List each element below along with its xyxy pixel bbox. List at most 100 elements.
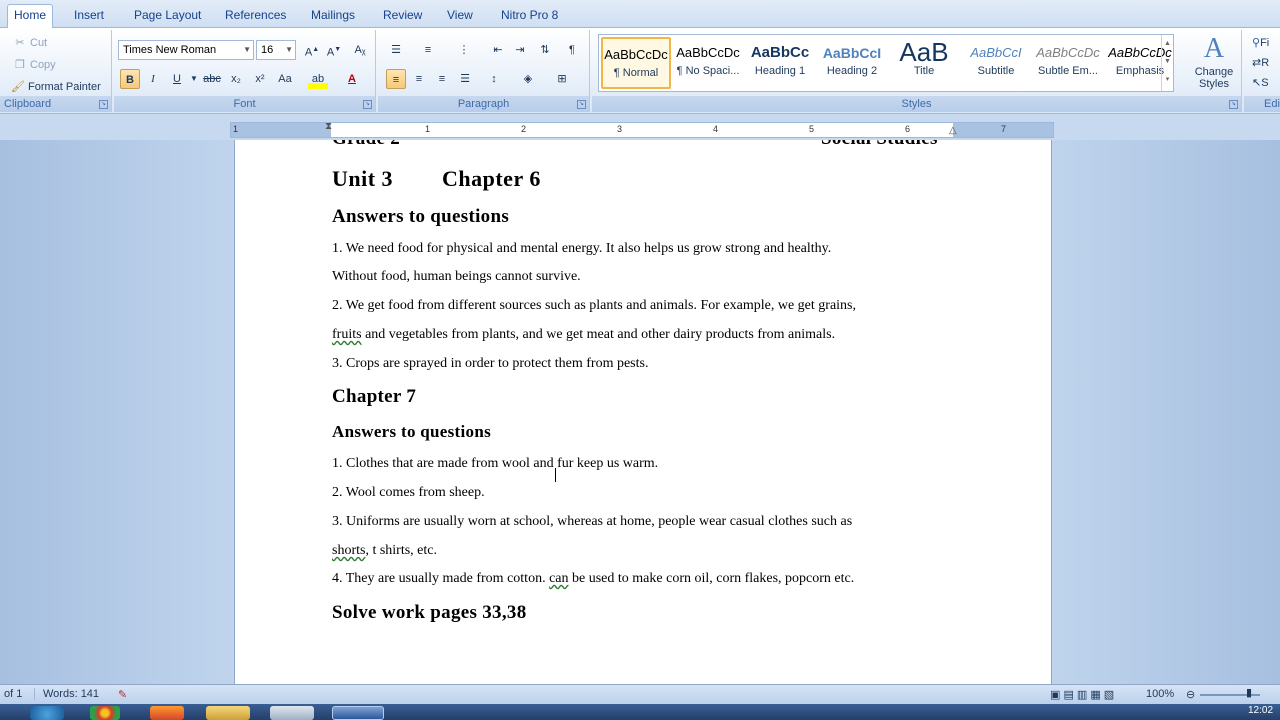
multilevel-list-icon[interactable]: ⋮ (454, 40, 474, 60)
cursor-icon: ↖ (1252, 77, 1262, 89)
firefox-icon[interactable] (150, 706, 184, 720)
clipboard-group: ✂ Cut ❐ Copy 🖌 Format Painter Clipboard … (0, 30, 112, 112)
decrease-indent-icon[interactable]: ⇤ (488, 40, 508, 60)
copy-button[interactable]: ❐ Copy (12, 57, 56, 73)
bullets-icon[interactable]: ☰ (386, 40, 406, 60)
borders-icon[interactable]: ⊞ (552, 69, 572, 89)
ruler-number: 6 (905, 124, 911, 134)
explorer-icon[interactable] (206, 706, 250, 720)
clear-formatting-icon[interactable]: Aᵪ (350, 40, 370, 60)
tab-nitro-pro[interactable]: Nitro Pro 8 (495, 6, 564, 28)
tab-view[interactable]: View (441, 6, 479, 28)
paragraph-line: 1. Clothes that are made from wool and f… (332, 456, 659, 471)
grammar-flag[interactable]: can (549, 571, 568, 586)
document-page[interactable]: Grade 2 Social Studies Unit 3 Chapter 6 … (234, 140, 1052, 684)
find-button[interactable]: ⚲ Fi (1252, 36, 1269, 50)
gallery-scroll[interactable]: ▲ ▼ ▾ (1161, 35, 1173, 91)
align-center-icon[interactable]: ≡ (409, 69, 429, 89)
start-orb-icon[interactable] (30, 706, 64, 720)
document-area: Grade 2 Social Studies Unit 3 Chapter 6 … (0, 140, 1280, 684)
font-family-dropdown[interactable]: Times New Roman ▼ (118, 40, 254, 60)
zoom-level[interactable]: 100% (1146, 688, 1174, 700)
style-name: Title (913, 65, 935, 77)
editing-group: ⚲ Fi ⇄ R ↖ S Edi (1244, 30, 1280, 112)
paragraph-line: 2. We get food from different sources su… (332, 298, 856, 313)
style-preview: AaBbCcI (822, 45, 882, 61)
style-preview: AaBbCc (750, 44, 810, 61)
zoom-out-icon[interactable]: ⊖ (1186, 688, 1195, 701)
paragraph-launcher-icon[interactable]: ↘ (577, 100, 586, 109)
style-subtitle[interactable]: AaBbCcI Subtitle (961, 37, 1031, 89)
word-icon[interactable] (332, 706, 384, 720)
chevron-down-icon: ▼ (243, 45, 251, 54)
view-buttons-icon[interactable]: ▣ ▤ ▥ ▦ ▧ (1050, 688, 1114, 701)
numbering-icon[interactable]: ≡ (418, 40, 438, 60)
tab-insert[interactable]: Insert (68, 6, 110, 28)
select-button[interactable]: ↖ S (1252, 76, 1269, 90)
page-count[interactable]: of 1 (4, 688, 22, 700)
highlight-icon[interactable]: ab (308, 69, 328, 89)
grow-font-icon[interactable]: A▲ (302, 40, 322, 60)
tab-review[interactable]: Review (377, 6, 428, 28)
solve-heading: Solve work pages 33,38 (332, 602, 527, 623)
line-spacing-icon[interactable]: ↕ (484, 69, 504, 89)
proofing-icon[interactable]: ✎ (118, 688, 127, 701)
italic-icon[interactable]: I (143, 69, 163, 89)
chapter7-heading: Chapter 7 (332, 386, 417, 407)
align-right-icon[interactable]: ≡ (432, 69, 452, 89)
clipboard-launcher-icon[interactable]: ↘ (99, 100, 108, 109)
spelling-flag[interactable]: fruits (332, 327, 362, 342)
paintbrush-icon: 🖌 (11, 81, 25, 93)
app-icon[interactable] (270, 706, 314, 720)
format-painter-label: Format Painter (28, 81, 101, 93)
cut-button[interactable]: ✂ Cut (12, 35, 47, 51)
clipboard-group-label: Clipboard (0, 96, 111, 112)
styles-launcher-icon[interactable]: ↘ (1229, 100, 1238, 109)
sort-icon[interactable]: ⇅ (535, 40, 555, 60)
format-painter-button[interactable]: 🖌 Format Painter (10, 79, 101, 95)
show-formatting-icon[interactable]: ¶ (562, 40, 582, 60)
style-subtle-emphasis[interactable]: AaBbCcDc Subtle Em... (1033, 37, 1103, 89)
font-size-value: 16 (261, 44, 274, 56)
strikethrough-icon[interactable]: abc (202, 69, 222, 89)
font-launcher-icon[interactable]: ↘ (363, 100, 372, 109)
shrink-font-icon[interactable]: A▼ (324, 40, 344, 60)
tab-page-layout[interactable]: Page Layout (128, 6, 207, 28)
subscript-icon[interactable]: x₂ (226, 69, 246, 89)
shading-icon[interactable]: ◈ (518, 69, 538, 89)
unit-heading: Unit 3 (332, 166, 394, 191)
font-color-icon[interactable]: A (342, 69, 362, 89)
superscript-icon[interactable]: x² (250, 69, 270, 89)
justify-icon[interactable]: ☰ (455, 69, 475, 89)
change-styles-button[interactable]: A Change Styles (1190, 32, 1238, 90)
change-case-icon[interactable]: Aa (275, 69, 295, 89)
spelling-flag[interactable]: shorts (332, 543, 365, 558)
chapter6-heading: Chapter 6 (442, 166, 541, 191)
replace-button[interactable]: ⇄ R (1252, 56, 1269, 70)
style-name: Heading 1 (754, 65, 806, 77)
style-normal[interactable]: AaBbCcDc ¶ Normal (601, 37, 671, 89)
horizontal-ruler[interactable]: 1 1 2 3 4 5 6 7 ⧗ △ (230, 121, 1054, 138)
font-size-dropdown[interactable]: 16 ▼ (256, 40, 296, 60)
ruler-number: 1 (425, 124, 431, 134)
zoom-slider-thumb-icon[interactable]: ▮ (1246, 686, 1252, 699)
chevron-down-icon[interactable]: ▼ (184, 69, 204, 89)
style-heading-1[interactable]: AaBbCc Heading 1 (745, 37, 815, 89)
paragraph-line: 2. Wool comes from sheep. (332, 485, 485, 500)
tab-mailings[interactable]: Mailings (305, 6, 361, 28)
indent-marker-icon[interactable]: ⧗ (325, 121, 332, 132)
increase-indent-icon[interactable]: ⇥ (510, 40, 530, 60)
clock[interactable]: 12:02 (1248, 705, 1273, 716)
tab-references[interactable]: References (219, 6, 292, 28)
word-count[interactable]: Words: 141 (34, 688, 99, 700)
align-left-icon[interactable]: ≡ (386, 69, 406, 89)
chrome-icon[interactable] (90, 706, 120, 720)
style-title[interactable]: AaB Title (889, 37, 959, 89)
style-heading-2[interactable]: AaBbCcI Heading 2 (817, 37, 887, 89)
paragraph-line: shorts, t shirts, etc. (332, 543, 437, 559)
bold-icon[interactable]: B (120, 69, 140, 89)
right-indent-marker-icon[interactable]: △ (949, 125, 957, 136)
windows-taskbar: 12:02 (0, 704, 1280, 720)
style-no-spacing[interactable]: AaBbCcDc ¶ No Spaci... (673, 37, 743, 89)
tab-home[interactable]: Home (7, 4, 54, 29)
